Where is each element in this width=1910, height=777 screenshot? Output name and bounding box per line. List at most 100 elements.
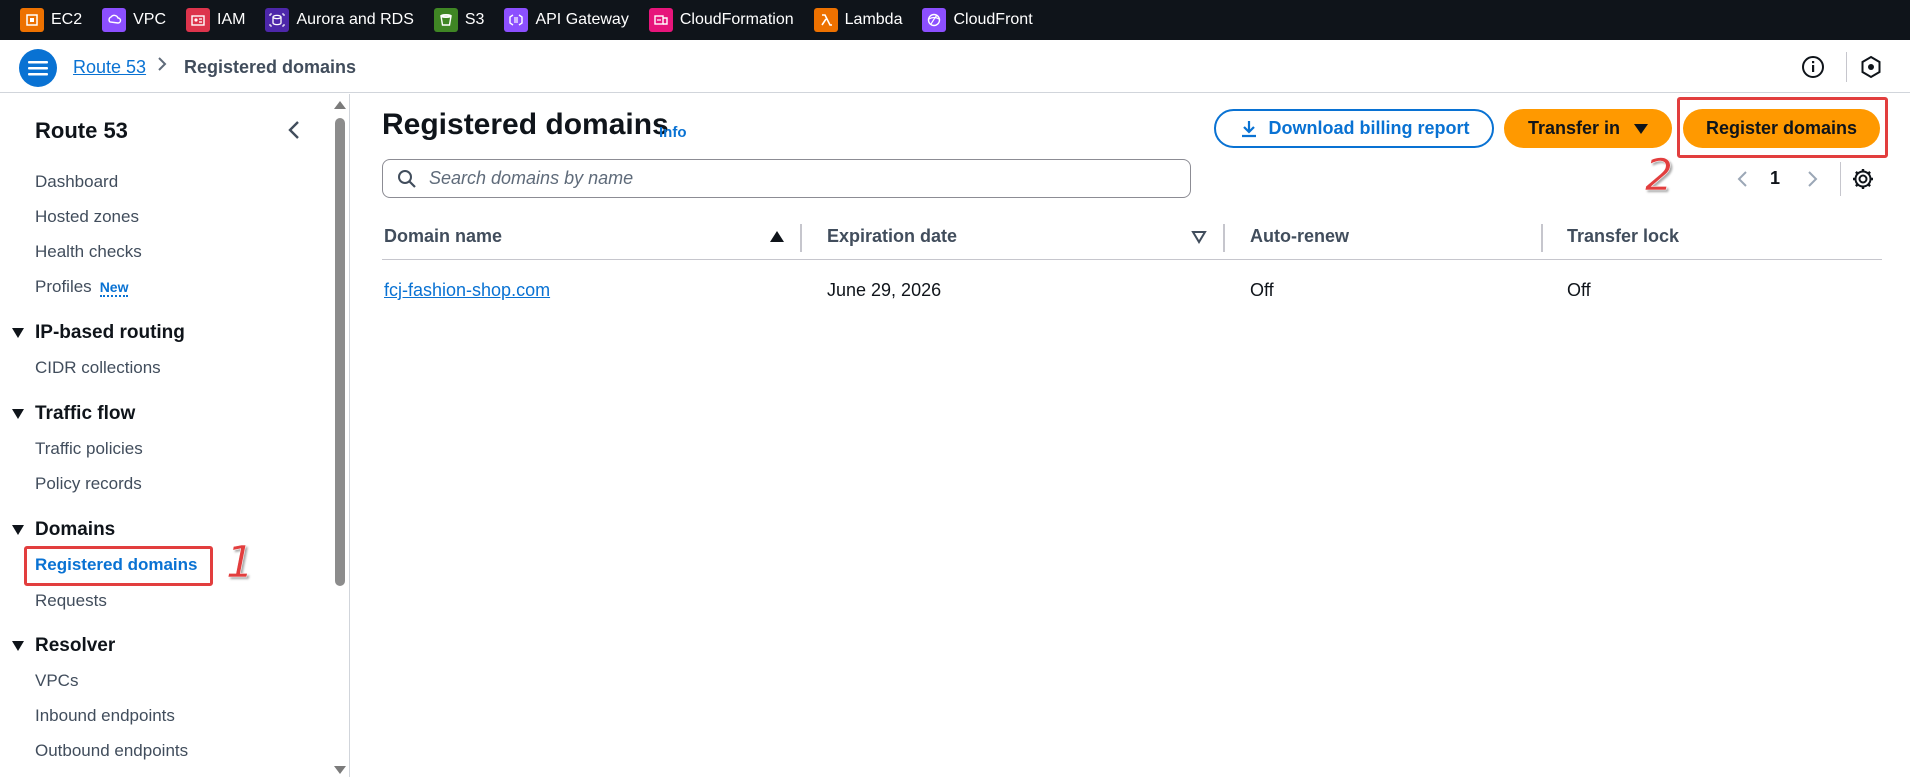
divider xyxy=(1846,52,1847,82)
transfer-lock-cell: Off xyxy=(1567,280,1591,300)
favorite-label: CloudFront xyxy=(953,11,1033,28)
s3-icon xyxy=(433,8,458,32)
download-billing-report-button[interactable]: Download billing report xyxy=(1214,109,1494,148)
annotation-highlight-1 xyxy=(24,546,213,586)
favorite-label: Lambda xyxy=(844,11,903,28)
sidebar-title: Route 53 xyxy=(35,118,128,143)
cloudformation-icon xyxy=(648,8,673,32)
gear-icon[interactable] xyxy=(1850,166,1876,192)
favorite-label: S3 xyxy=(464,11,485,28)
chevron-right-icon xyxy=(156,55,168,78)
section-label: Resolver xyxy=(35,635,116,656)
search-input[interactable] xyxy=(429,168,1129,189)
breadcrumb-bar: Route 53 Registered domains xyxy=(0,40,1910,93)
favorite-label: IAM xyxy=(217,11,246,28)
column-header-expiration-date[interactable]: Expiration date xyxy=(827,226,957,247)
lambda-icon xyxy=(813,8,838,32)
section-traffic-flow[interactable]: Traffic flow xyxy=(12,403,135,425)
sidebar-item-hosted-zones[interactable]: Hosted zones xyxy=(35,207,139,227)
section-label: IP-based routing xyxy=(35,322,185,343)
favorite-label: CloudFormation xyxy=(679,11,794,28)
favorite-label: Aurora and RDS xyxy=(296,11,414,28)
annotation-step-2: 2 xyxy=(1645,150,1674,202)
divider xyxy=(1840,162,1841,196)
new-badge: New xyxy=(99,279,129,297)
search-domains-field[interactable] xyxy=(382,159,1191,198)
button-label: Download billing report xyxy=(1268,118,1470,138)
ec2-icon xyxy=(20,8,44,32)
section-domains[interactable]: Domains xyxy=(12,519,115,541)
vpc-icon xyxy=(102,8,127,32)
caret-down-icon xyxy=(1634,123,1649,134)
favorite-iam[interactable]: IAM xyxy=(186,8,245,32)
info-circle-icon[interactable] xyxy=(1800,54,1826,80)
column-divider xyxy=(1223,224,1225,252)
sort-descending-icon[interactable] xyxy=(1191,230,1207,244)
previous-page-icon[interactable] xyxy=(1733,167,1753,191)
section-ip-based-routing[interactable]: IP-based routing xyxy=(12,322,185,344)
annotation-step-1: 1 xyxy=(226,537,255,589)
sidebar-item-requests[interactable]: Requests xyxy=(35,591,107,611)
notifications-hexagon-icon[interactable] xyxy=(1858,54,1884,80)
transfer-in-button[interactable]: Transfer in xyxy=(1504,109,1672,148)
scrollbar-thumb[interactable] xyxy=(335,118,345,586)
table-header-divider xyxy=(382,259,1882,260)
page-title: Registered domains xyxy=(382,108,669,141)
caret-down-icon xyxy=(12,328,24,338)
search-icon xyxy=(398,169,416,188)
cloudfront-icon xyxy=(922,8,947,32)
domain-link[interactable]: fcj-fashion-shop.com xyxy=(384,280,550,301)
favorite-lambda[interactable]: Lambda xyxy=(813,8,903,32)
page-number[interactable]: 1 xyxy=(1770,168,1780,189)
sidebar-item-profiles[interactable]: Profiles New xyxy=(35,277,129,297)
caret-down-icon xyxy=(12,525,24,535)
column-divider xyxy=(1541,224,1543,252)
favorite-ec2[interactable]: EC2 xyxy=(20,8,82,32)
annotation-highlight-2 xyxy=(1677,97,1888,158)
sort-ascending-icon[interactable] xyxy=(770,231,784,242)
section-label: Traffic flow xyxy=(35,403,136,424)
download-icon xyxy=(1241,120,1256,137)
auto-renew-cell: Off xyxy=(1250,280,1274,300)
caret-down-icon xyxy=(12,409,24,419)
sidebar-item-policy-records[interactable]: Policy records xyxy=(35,474,142,494)
rds-icon xyxy=(265,8,290,32)
hamburger-menu-button[interactable] xyxy=(19,49,57,87)
sidebar-item-vpcs[interactable]: VPCs xyxy=(35,671,78,691)
favorite-label: API Gateway xyxy=(535,11,629,28)
breadcrumb-current: Registered domains xyxy=(184,57,357,77)
favorite-cloudformation[interactable]: CloudFormation xyxy=(648,8,794,32)
caret-down-icon xyxy=(12,641,24,651)
favorite-api-gateway[interactable]: API Gateway xyxy=(504,8,629,32)
favorite-label: EC2 xyxy=(51,11,83,28)
favorite-vpc[interactable]: VPC xyxy=(102,8,166,32)
breadcrumb-route53-link[interactable]: Route 53 xyxy=(73,57,146,78)
sidebar-item-label: Profiles xyxy=(35,277,92,296)
sidebar-item-traffic-policies[interactable]: Traffic policies xyxy=(35,439,143,459)
favorite-s3[interactable]: S3 xyxy=(433,8,485,32)
button-label: Transfer in xyxy=(1527,118,1621,138)
sidebar-item-dashboard[interactable]: Dashboard xyxy=(35,172,118,192)
column-header-domain-name[interactable]: Domain name xyxy=(384,226,502,247)
info-link[interactable]: Info xyxy=(659,124,687,141)
next-page-icon[interactable] xyxy=(1802,167,1822,191)
sidebar-item-outbound-endpoints[interactable]: Outbound endpoints xyxy=(35,741,188,761)
collapse-sidebar-icon[interactable] xyxy=(284,118,304,142)
favorites-bar: EC2 VPC IAM Aurora and RDS S3 API Gatewa… xyxy=(0,0,1910,40)
iam-icon xyxy=(186,8,211,32)
section-resolver[interactable]: Resolver xyxy=(12,635,115,657)
column-divider xyxy=(800,224,802,252)
section-label: Domains xyxy=(35,519,116,540)
sidebar-item-cidr-collections[interactable]: CIDR collections xyxy=(35,358,161,378)
favorite-label: VPC xyxy=(133,11,167,28)
favorite-cloudfront[interactable]: CloudFront xyxy=(922,8,1033,32)
sidebar-item-health-checks[interactable]: Health checks xyxy=(35,242,142,262)
api-gateway-icon xyxy=(504,8,529,32)
column-header-auto-renew: Auto-renew xyxy=(1250,226,1349,246)
scroll-up-arrow-icon[interactable] xyxy=(334,101,346,109)
sidebar-item-inbound-endpoints[interactable]: Inbound endpoints xyxy=(35,706,175,726)
hamburger-icon xyxy=(28,61,48,76)
scroll-down-arrow-icon[interactable] xyxy=(334,766,346,774)
favorite-aurora-rds[interactable]: Aurora and RDS xyxy=(265,8,414,32)
column-header-transfer-lock: Transfer lock xyxy=(1567,226,1680,246)
